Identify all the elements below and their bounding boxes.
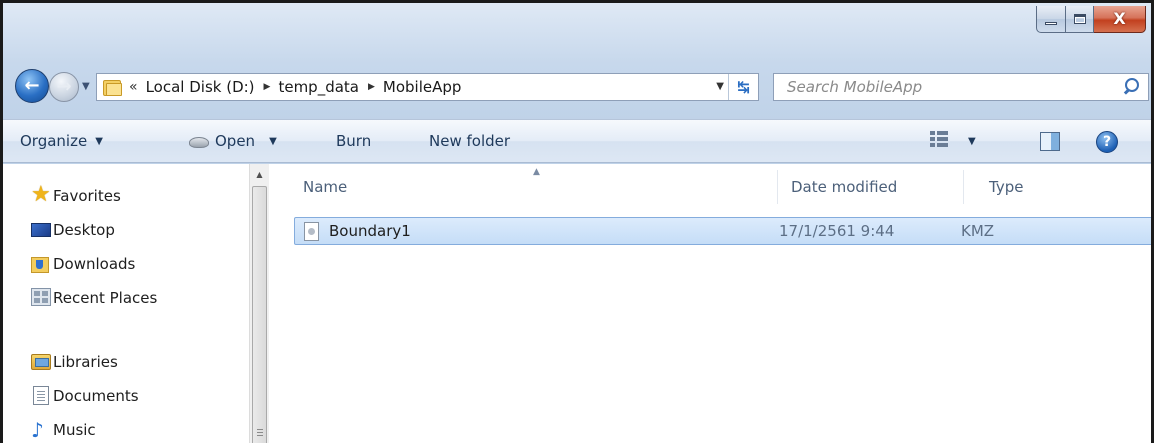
breadcrumb-mobileapp[interactable]: MobileApp — [383, 78, 462, 96]
file-type: KMZ — [961, 222, 995, 240]
column-header-date-modified[interactable]: Date modified — [791, 178, 897, 196]
column-header-name[interactable]: Name — [303, 178, 347, 196]
file-date-modified: 17/1/2561 9:44 — [779, 222, 895, 240]
kmz-file-icon — [304, 222, 319, 241]
scrollbar-thumb[interactable] — [252, 186, 267, 443]
preview-pane-icon[interactable] — [1040, 132, 1060, 151]
organize-label: Organize — [20, 132, 88, 150]
music-icon: ♪ — [31, 418, 44, 442]
close-icon: X — [1113, 9, 1126, 28]
navigation-row: ← → ▼ « Local Disk (D:) ▶ temp_data ▶ Mo… — [3, 65, 1151, 111]
nav-item-documents[interactable]: Documents — [33, 384, 139, 408]
desktop-icon — [31, 223, 51, 237]
column-header-row: ▲ Name Date modified Type — [270, 164, 1151, 210]
view-options-dropdown-icon[interactable]: ▼ — [968, 136, 976, 147]
nav-item-desktop[interactable]: Desktop — [31, 218, 115, 242]
nav-favorites[interactable]: ★ Favorites — [31, 184, 121, 208]
burn-label: Burn — [336, 132, 372, 150]
folder-icon — [103, 78, 122, 96]
path-overflow-button[interactable]: « — [129, 79, 138, 95]
breadcrumb-separator-icon[interactable]: ▶ — [264, 82, 271, 92]
burn-button[interactable]: Burn — [336, 132, 371, 150]
column-divider[interactable] — [777, 170, 778, 204]
change-view-icon[interactable] — [930, 131, 948, 149]
nav-item-label: Documents — [53, 387, 139, 405]
navigation-pane-scrollbar[interactable]: ▲ — [249, 164, 269, 443]
breadcrumb-local-disk[interactable]: Local Disk (D:) — [146, 78, 255, 96]
breadcrumb-temp-data[interactable]: temp_data — [278, 78, 359, 96]
file-list-pane: ▲ Name Date modified Type Boundary1 17/1… — [270, 164, 1151, 443]
nav-item-downloads[interactable]: Downloads — [31, 252, 136, 276]
documents-icon — [33, 386, 49, 405]
chevron-down-icon: ▼ — [95, 135, 103, 147]
nav-favorites-label: Favorites — [53, 187, 121, 205]
open-label: Open — [215, 132, 256, 150]
file-row-boundary1[interactable]: Boundary1 17/1/2561 9:44 KMZ — [294, 217, 1151, 245]
refresh-button[interactable]: ↹ — [728, 74, 758, 100]
command-bar: Organize ▼ Open ▼ Burn New folder ▼ ? — [3, 119, 1151, 163]
column-divider[interactable] — [963, 170, 964, 204]
minimize-icon — [1045, 21, 1057, 25]
forward-button[interactable]: → — [49, 72, 79, 102]
minimize-button[interactable] — [1036, 6, 1066, 33]
nav-item-music[interactable]: ♪ Music — [31, 418, 96, 442]
search-box[interactable]: Search MobileApp — [773, 73, 1149, 101]
nav-item-label: Desktop — [53, 221, 115, 239]
window-controls: X — [1036, 6, 1146, 33]
sort-ascending-icon: ▲ — [533, 167, 540, 177]
nav-item-recent-places[interactable]: Recent Places — [31, 286, 158, 310]
file-name: Boundary1 — [329, 222, 411, 240]
open-button[interactable]: Open ▼ — [189, 132, 277, 150]
nav-item-label: Recent Places — [53, 289, 158, 307]
downloads-folder-icon — [31, 254, 49, 273]
nav-libraries[interactable]: Libraries — [31, 350, 118, 374]
nav-libraries-label: Libraries — [53, 353, 118, 371]
title-bar: X — [3, 3, 1151, 65]
search-icon[interactable] — [1120, 75, 1144, 99]
recent-pages-dropdown-icon[interactable]: ▼ — [82, 81, 90, 92]
favorites-star-icon: ★ — [31, 182, 51, 207]
breadcrumb-separator-icon[interactable]: ▶ — [368, 82, 375, 92]
back-button[interactable]: ← — [15, 69, 49, 103]
libraries-icon — [31, 354, 51, 370]
explorer-window: X ← → ▼ « Local Disk (D:) ▶ temp_data ▶ … — [0, 0, 1154, 443]
address-history-dropdown-icon[interactable]: ▼ — [716, 81, 724, 92]
explorer-body: ★ Favorites Desktop Downloads Recent Pla… — [3, 164, 1151, 443]
recent-places-icon — [31, 288, 51, 306]
new-folder-button[interactable]: New folder — [429, 132, 510, 150]
maximize-icon — [1073, 14, 1086, 24]
address-bar[interactable]: « Local Disk (D:) ▶ temp_data ▶ MobileAp… — [96, 73, 759, 101]
column-header-type[interactable]: Type — [989, 178, 1023, 196]
help-icon[interactable]: ? — [1096, 131, 1118, 153]
new-folder-label: New folder — [429, 132, 511, 150]
nav-item-label: Downloads — [53, 255, 136, 273]
open-with-icon — [189, 135, 209, 148]
organize-button[interactable]: Organize ▼ — [20, 132, 103, 150]
back-arrow-icon: ← — [24, 75, 40, 96]
navigation-pane: ★ Favorites Desktop Downloads Recent Pla… — [3, 164, 269, 443]
nav-item-label: Music — [53, 421, 96, 439]
forward-arrow-icon: → — [56, 76, 72, 97]
chevron-down-icon: ▼ — [269, 135, 277, 147]
maximize-button[interactable] — [1066, 6, 1094, 33]
scrollbar-grip-icon — [257, 429, 263, 430]
search-input[interactable]: Search MobileApp — [787, 78, 1120, 96]
close-button[interactable]: X — [1094, 6, 1146, 33]
scroll-up-arrow-icon[interactable]: ▲ — [250, 164, 269, 184]
